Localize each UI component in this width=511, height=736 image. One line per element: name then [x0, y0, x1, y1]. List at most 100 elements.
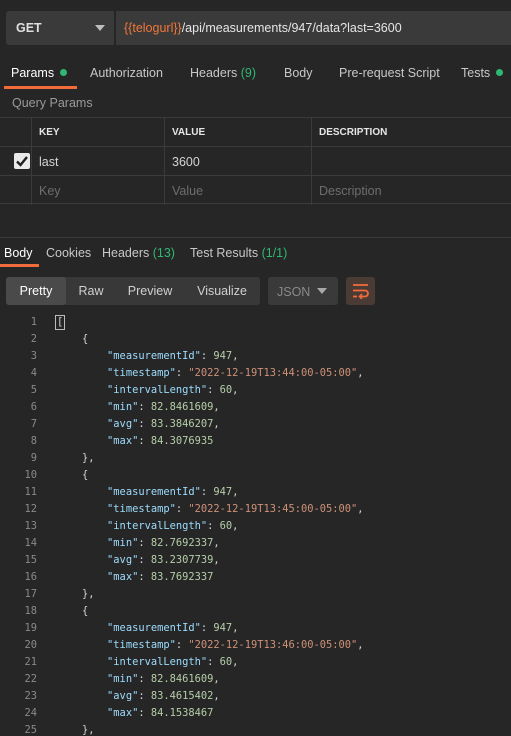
tab-test-results[interactable]: Test Results (1/1) [190, 246, 287, 260]
view-preview-button[interactable]: Preview [116, 277, 184, 305]
wrap-lines-button[interactable] [346, 277, 375, 305]
line-number: 13 [24, 520, 37, 532]
code-text: "max": 84.1538467 [107, 707, 214, 719]
line-number: 7 [30, 418, 37, 430]
code-text: "timestamp": "2022-12-19T13:45:00-05:00"… [107, 503, 364, 515]
response-code-viewer[interactable]: 1[2 {3 "measurementId": 947, 4 "timestamp… [0, 314, 511, 736]
tab-badge: (9) [240, 66, 257, 80]
active-tab-indicator [0, 264, 39, 267]
param-key-cell[interactable]: last [31, 147, 164, 176]
code-text: }, [57, 452, 95, 464]
request-tabs: Params Authorization Headers (9) Body Pr… [0, 56, 511, 89]
code-line: 6 "min": 82.8461609, [0, 399, 511, 416]
tab-response-headers[interactable]: Headers (13) [102, 246, 175, 260]
line-number: 2 [30, 333, 37, 345]
code-line: 20 "timestamp": "2022-12-19T13:46:00-05:… [0, 637, 511, 654]
tab-label: Body [4, 246, 33, 260]
url-input[interactable]: {{telogurl}}/api/measurements/947/data?l… [116, 11, 511, 45]
view-visualize-button[interactable]: Visualize [184, 277, 260, 305]
method-label: GET [16, 21, 42, 35]
header-label: KEY [39, 127, 60, 138]
code-line: 21 "intervalLength": 60, [0, 654, 511, 671]
code-text: "intervalLength": 60, [107, 656, 239, 668]
table-header-row: KEY VALUE DESCRIPTION [0, 117, 511, 147]
code-text: "avg": 83.3846207, [107, 418, 220, 430]
format-label: JSON [277, 285, 311, 299]
table-row-empty: Key Value Description [0, 175, 511, 205]
tab-label: Pre-request Script [339, 66, 440, 80]
value-input[interactable]: Value [164, 176, 311, 205]
code-line: 19 "measurementId": 947, [0, 620, 511, 637]
param-description-cell[interactable] [311, 147, 511, 176]
header-label: VALUE [172, 127, 206, 138]
key-input[interactable]: Key [31, 176, 164, 205]
code-line: 5 "intervalLength": 60, [0, 382, 511, 399]
code-line: 16 "max": 83.7692337 [0, 569, 511, 586]
code-text: "avg": 83.2307739, [107, 554, 220, 566]
tab-badge: (1/1) [261, 246, 288, 260]
code-line: 25 }, [0, 722, 511, 736]
description-placeholder: Description [319, 184, 382, 198]
view-pretty-button[interactable]: Pretty [6, 277, 66, 305]
code-text: "measurementId": 947, [107, 350, 239, 362]
tab-label: Body [284, 66, 313, 80]
url-variable: {{telogurl}} [124, 21, 182, 35]
code-text: "min": 82.7692337, [107, 537, 220, 549]
code-text: "avg": 83.4615402, [107, 690, 220, 702]
line-number: 9 [30, 452, 37, 464]
code-line: 24 "max": 84.1538467 [0, 705, 511, 722]
line-number: 6 [30, 401, 37, 413]
tab-params[interactable]: Params [11, 66, 68, 80]
tab-label: Cookies [46, 246, 92, 260]
line-number: 25 [24, 724, 37, 736]
code-text: "max": 83.7692337 [107, 571, 214, 583]
code-line: 2 { [0, 331, 511, 348]
tab-tests[interactable]: Tests [461, 66, 504, 80]
header-checkbox-cell [0, 118, 31, 147]
tab-authorization[interactable]: Authorization [90, 66, 163, 80]
param-checkbox[interactable] [14, 153, 30, 169]
tab-pre-request-script[interactable]: Pre-request Script [339, 66, 440, 80]
line-number: 10 [24, 469, 37, 481]
code-line: 18 { [0, 603, 511, 620]
tab-badge: (13) [152, 246, 175, 260]
code-text: "intervalLength": 60, [107, 384, 239, 396]
code-line: 14 "min": 82.7692337, [0, 535, 511, 552]
query-params-title: Query Params [12, 96, 93, 110]
code-text: { [57, 469, 89, 481]
line-number: 24 [24, 707, 37, 719]
tab-body[interactable]: Body [284, 66, 313, 80]
view-raw-button[interactable]: Raw [66, 277, 116, 305]
checkmark-icon [16, 156, 28, 167]
code-line: 22 "min": 82.8461609, [0, 671, 511, 688]
code-line: 4 "timestamp": "2022-12-19T13:44:00-05:0… [0, 365, 511, 382]
code-line: 10 { [0, 467, 511, 484]
param-key: last [39, 155, 59, 169]
tab-headers[interactable]: Headers (9) [190, 66, 256, 80]
line-number: 18 [24, 605, 37, 617]
line-number: 16 [24, 571, 37, 583]
tab-label: Tests [461, 66, 491, 80]
line-number: 12 [24, 503, 37, 515]
line-number: 5 [30, 384, 37, 396]
tab-response-body[interactable]: Body [4, 246, 33, 260]
code-text: "timestamp": "2022-12-19T13:46:00-05:00"… [107, 639, 364, 651]
line-number: 1 [30, 316, 37, 328]
chevron-down-icon [317, 288, 327, 294]
code-line: 8 "max": 84.3076935 [0, 433, 511, 450]
code-line: 1[ [0, 314, 511, 331]
code-text: { [57, 333, 89, 345]
tab-cookies[interactable]: Cookies [46, 246, 91, 260]
line-number: 3 [30, 350, 37, 362]
method-select[interactable]: GET [6, 11, 114, 45]
code-line: 11 "measurementId": 947, [0, 484, 511, 501]
line-number: 17 [24, 588, 37, 600]
code-line: 17 }, [0, 586, 511, 603]
param-value-cell[interactable]: 3600 [164, 147, 311, 176]
format-select[interactable]: JSON [268, 277, 338, 305]
active-tab-indicator [4, 86, 77, 89]
code-line: 23 "avg": 83.4615402, [0, 688, 511, 705]
description-input[interactable]: Description [311, 176, 511, 205]
response-tabs: Body Cookies Headers (13) Test Results (… [0, 238, 511, 268]
line-number: 19 [24, 622, 37, 634]
